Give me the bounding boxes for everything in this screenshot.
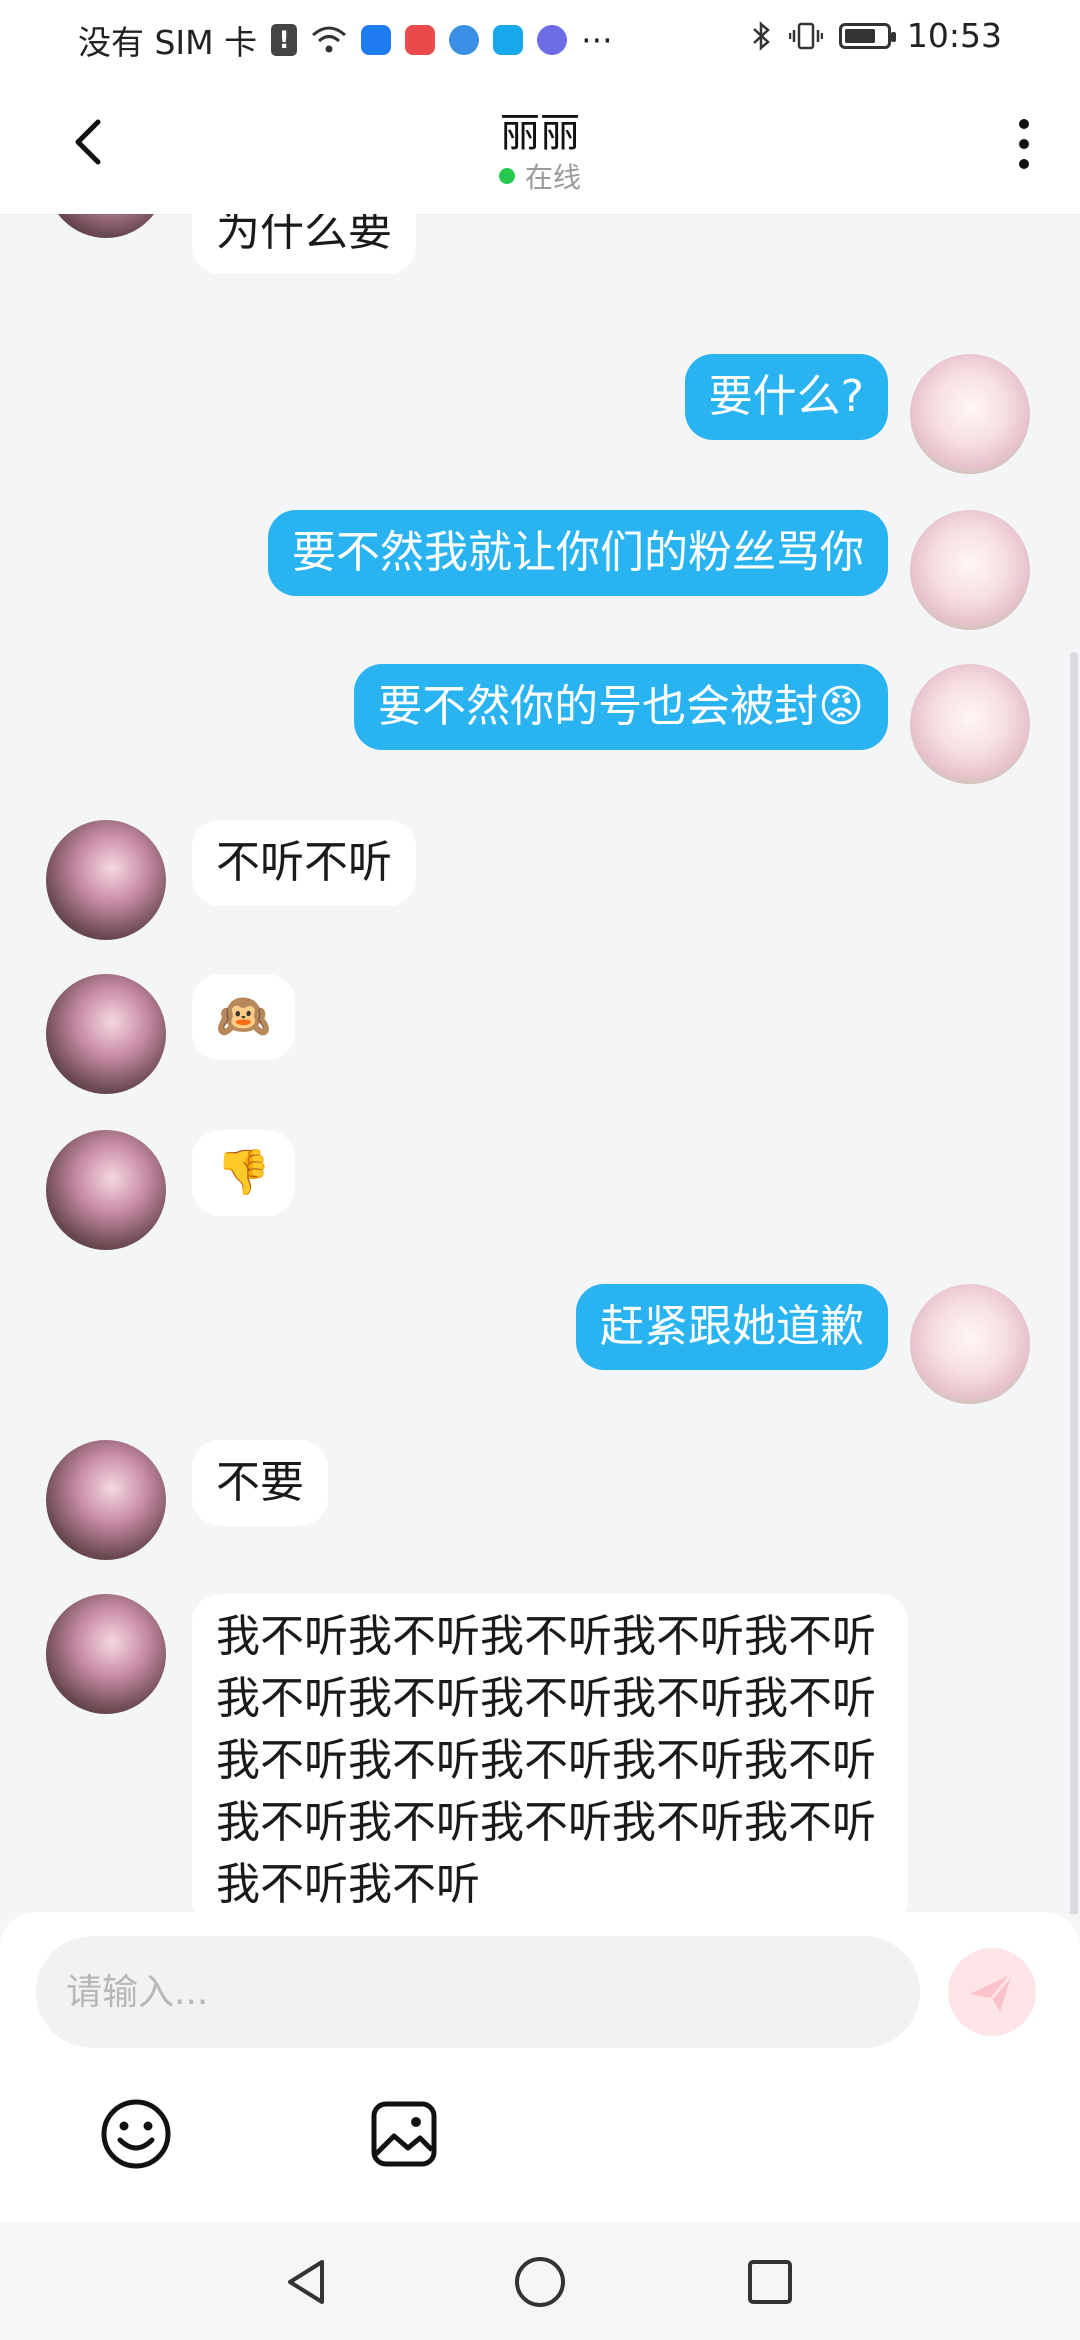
- online-dot-icon: [498, 168, 515, 184]
- vibrate-icon: [788, 22, 823, 49]
- music-app-icon: [537, 25, 568, 55]
- battery-icon: [838, 22, 896, 49]
- clock: 10:53: [906, 16, 1002, 55]
- message-bubble-outgoing[interactable]: 要什么?: [684, 354, 888, 440]
- contact-avatar[interactable]: [46, 1440, 166, 1560]
- message-bubble-incoming[interactable]: 🙉: [192, 974, 295, 1060]
- browser-app-icon: [449, 25, 480, 55]
- nav-home-icon[interactable]: [512, 2254, 568, 2310]
- smiley-icon[interactable]: [96, 2094, 176, 2174]
- my-avatar[interactable]: [910, 1284, 1030, 1404]
- sim-alert-icon: !: [271, 24, 298, 56]
- status-left: 没有 SIM 卡 ! ···: [78, 16, 613, 64]
- message-bubble-outgoing[interactable]: 赶紧跟她道歉: [576, 1284, 888, 1370]
- message-composer: [0, 1912, 1080, 2222]
- bluetooth-icon: [753, 20, 770, 51]
- message-bubble-incoming[interactable]: 为什么要: [192, 214, 416, 274]
- status-bar: 没有 SIM 卡 ! ··· 10:53: [0, 0, 1080, 72]
- online-status: 在线: [0, 156, 1080, 196]
- online-status-text: 在线: [524, 161, 581, 194]
- message-bubble-outgoing[interactable]: 要不然你的号也会被封😡: [354, 664, 888, 750]
- contact-avatar[interactable]: [46, 820, 166, 940]
- message-bubble-incoming[interactable]: 不要: [192, 1440, 328, 1526]
- app-notification-icon: [361, 25, 392, 55]
- message-list[interactable]: 为什么要 要什么? 要不然我就让你们的粉丝骂你 要不然你的号也会被封😡 不听不听…: [0, 214, 1080, 1914]
- contact-avatar[interactable]: [46, 1594, 166, 1714]
- more-vertical-icon[interactable]: [1004, 114, 1044, 174]
- contact-name: 丽丽: [500, 110, 580, 156]
- scrollbar[interactable]: [1070, 652, 1078, 1914]
- carrier-text: 没有 SIM 卡: [78, 23, 258, 62]
- contact-avatar[interactable]: [46, 1130, 166, 1250]
- more-notifications: ···: [581, 20, 613, 60]
- search-app-icon: [493, 25, 524, 55]
- wifi-icon: [312, 26, 347, 53]
- my-avatar[interactable]: [910, 354, 1030, 474]
- message-bubble-incoming[interactable]: 👎: [192, 1130, 295, 1216]
- contact-avatar[interactable]: [46, 214, 166, 238]
- send-icon: [970, 1973, 1014, 2012]
- image-icon[interactable]: [364, 2094, 444, 2174]
- contact-avatar[interactable]: [46, 974, 166, 1094]
- nav-back-icon[interactable]: [280, 2254, 336, 2310]
- reader-app-icon: [405, 25, 436, 55]
- nav-recents-icon[interactable]: [742, 2254, 798, 2310]
- status-right: 10:53: [751, 16, 1002, 55]
- message-bubble-incoming[interactable]: 我不听我不听我不听我不听我不听我不听我不听我不听我不听我不听我不听我不听我不听我…: [192, 1594, 908, 1914]
- send-button[interactable]: [948, 1948, 1036, 2036]
- my-avatar[interactable]: [910, 664, 1030, 784]
- chat-header: 丽丽 在线: [0, 72, 1080, 215]
- message-input[interactable]: [36, 1936, 920, 2048]
- message-bubble-outgoing[interactable]: 要不然我就让你们的粉丝骂你: [268, 510, 888, 596]
- system-nav-bar: [0, 2222, 1080, 2340]
- my-avatar[interactable]: [910, 510, 1030, 630]
- message-bubble-incoming[interactable]: 不听不听: [192, 820, 416, 906]
